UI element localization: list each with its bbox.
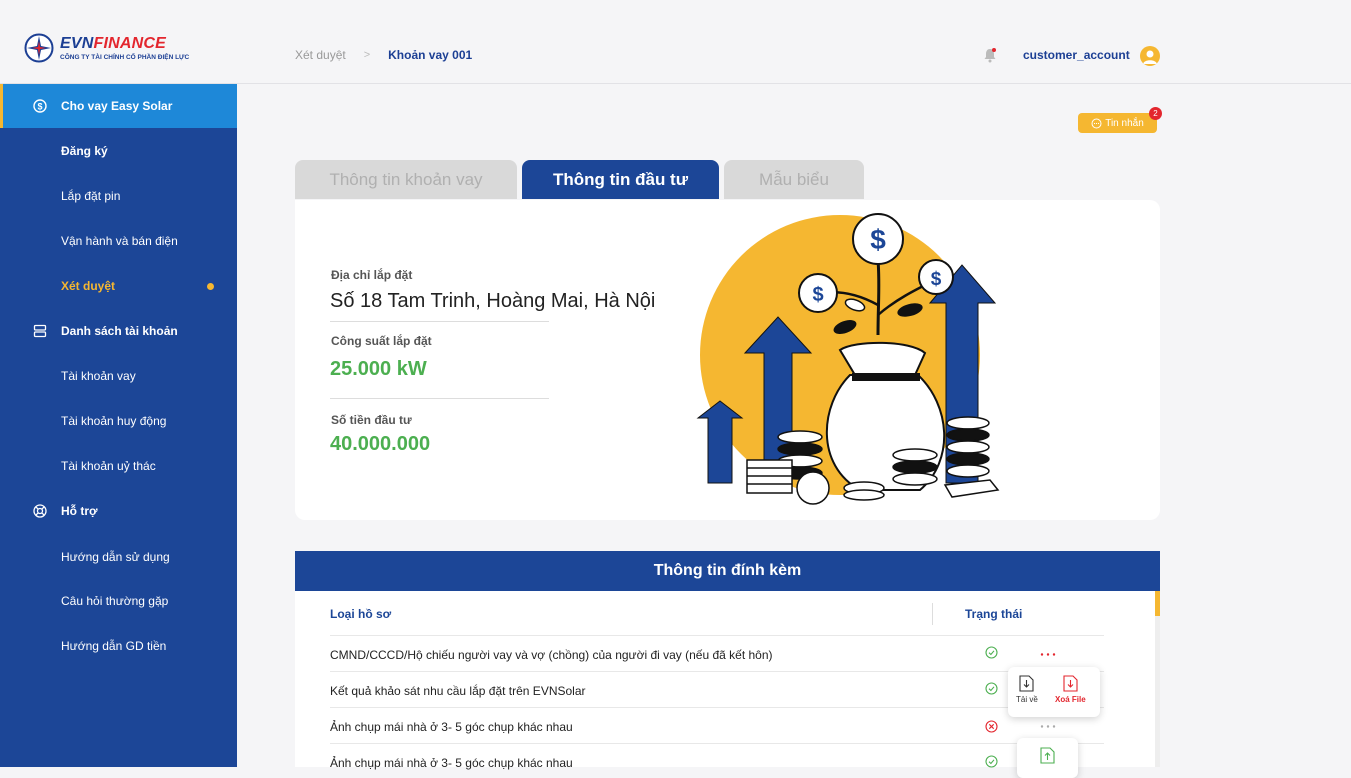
breadcrumb-current: Khoản vay 001 (388, 48, 473, 62)
sidebar-item-label: Hỗ trợ (61, 504, 98, 518)
breadcrumb: Xét duyệt > Khoản vay 001 (295, 48, 472, 62)
sidebar-item-label: Hướng dẫn sử dụng (61, 550, 170, 564)
divider (330, 321, 549, 322)
svg-text:$: $ (812, 284, 823, 306)
row-divider (330, 743, 1104, 744)
sidebar-item-cau-hoi[interactable]: Câu hỏi thường gặp (0, 579, 237, 623)
investment-growth-illustration: $ $ $ (696, 213, 1000, 505)
upload-popup (1017, 738, 1078, 778)
sidebar-item-label: Cho vay Easy Solar (61, 99, 173, 113)
tab-mau-bieu[interactable]: Mẫu biểu (724, 160, 864, 199)
table-row: Kết quả khảo sát nhu cầu lắp đặt trên EV… (330, 684, 586, 698)
sidebar-item-label: Tài khoản huy động (61, 414, 167, 428)
delete-file-icon (1063, 675, 1078, 692)
active-indicator-dot (207, 283, 214, 290)
username[interactable]: customer_account (1023, 48, 1130, 62)
file-actions-popup: Tải về Xoá File (1008, 667, 1100, 717)
tab-thong-tin-dau-tu[interactable]: Thông tin đầu tư (522, 160, 719, 199)
table-row: CMND/CCCD/Hộ chiếu người vay và vợ (chồn… (330, 648, 773, 662)
col-header-status: Trạng thái (965, 607, 1023, 621)
check-circle-icon (985, 646, 998, 659)
notification-bell-icon[interactable] (983, 47, 997, 63)
scrollbar-thumb[interactable] (1155, 591, 1160, 616)
capacity-label: Công suất lắp đặt (331, 334, 432, 348)
sidebar-item-xet-duyet[interactable]: Xét duyệt (0, 264, 237, 308)
sidebar-item-easy-solar[interactable]: $ Cho vay Easy Solar (0, 84, 237, 128)
attachments-header: Thông tin đính kèm (295, 551, 1160, 591)
logo-brand-finance: FINANCE (93, 34, 167, 52)
capacity-value: 25.000 kW (330, 358, 427, 380)
table-row: Ảnh chụp mái nhà ở 3- 5 góc chụp khác nh… (330, 756, 573, 770)
sidebar-item-ho-tro[interactable]: Hỗ trợ (0, 489, 237, 533)
logo-subtitle: CÔNG TY TÀI CHÍNH CỔ PHẦN ĐIỆN LỰC (60, 53, 190, 61)
column-divider (932, 603, 933, 625)
delete-file-button[interactable]: Xoá File (1055, 675, 1086, 704)
sidebar-item-label: Vận hành và bán điện (61, 234, 178, 248)
table-row: Ảnh chụp mái nhà ở 3- 5 góc chụp khác nh… (330, 720, 573, 734)
row-divider (330, 635, 1104, 636)
divider (330, 398, 549, 399)
top-bar: EVNFINANCE CÔNG TY TÀI CHÍNH CỔ PHẦN ĐIỆ… (0, 0, 1351, 84)
lifebuoy-icon (33, 504, 47, 518)
col-header-type: Loại hồ sơ (330, 607, 392, 621)
download-label: Tải về (1016, 695, 1038, 704)
more-options-icon[interactable] (1040, 652, 1056, 657)
sidebar-item-tai-khoan-huy-dong[interactable]: Tài khoản huy động (0, 399, 237, 443)
amount-value: 40.000.000 (330, 433, 431, 455)
messages-count-badge: 2 (1149, 107, 1162, 120)
row-divider (330, 707, 1104, 708)
sidebar-item-label: Đăng ký (61, 144, 108, 158)
upload-file-icon[interactable] (1040, 747, 1055, 764)
sidebar-item-dang-ky[interactable]: Đăng ký (0, 129, 237, 173)
sidebar-item-label: Tài khoản uỷ thác (61, 459, 156, 473)
sidebar-item-danh-sach-tai-khoan[interactable]: Danh sách tài khoản (0, 309, 237, 353)
chat-bubble-icon (1091, 118, 1102, 128)
dollar-circle-icon: $ (33, 99, 47, 113)
check-circle-icon (985, 755, 998, 768)
amount-label: Số tiền đầu tư (331, 413, 412, 427)
sidebar-item-label: Lắp đặt pin (61, 189, 121, 203)
svg-text:$: $ (870, 224, 886, 255)
sidebar-item-huong-dan-gd-tien[interactable]: Hướng dẫn GD tiền (0, 624, 237, 668)
attachments-scrollbar[interactable] (1155, 591, 1160, 767)
server-list-icon (33, 324, 47, 338)
messages-label: Tin nhắn (1105, 117, 1144, 129)
breadcrumb-parent[interactable]: Xét duyệt (295, 48, 346, 62)
svg-text:$: $ (37, 102, 42, 112)
download-file-icon (1019, 675, 1034, 692)
x-circle-icon (985, 720, 998, 733)
avatar[interactable] (1140, 46, 1160, 66)
sidebar-item-label: Câu hỏi thường gặp (61, 594, 169, 608)
messages-button[interactable]: Tin nhắn 2 (1078, 107, 1162, 133)
logo-brand-evn: EVN (60, 34, 94, 52)
sidebar-item-tai-khoan-uy-thac[interactable]: Tài khoản uỷ thác (0, 444, 237, 488)
evn-logo-icon (24, 33, 54, 63)
evn-finance-logo[interactable]: EVNFINANCE CÔNG TY TÀI CHÍNH CỔ PHẦN ĐIỆ… (24, 33, 189, 63)
sidebar-item-tai-khoan-vay[interactable]: Tài khoản vay (0, 354, 237, 398)
more-options-icon[interactable] (1040, 724, 1056, 729)
delete-file-label: Xoá File (1055, 695, 1086, 704)
download-button[interactable]: Tải về (1016, 675, 1038, 704)
svg-text:$: $ (931, 269, 942, 290)
breadcrumb-separator: > (363, 49, 371, 61)
row-divider (330, 671, 1104, 672)
sidebar: $ Cho vay Easy Solar Đăng ký Lắp đặt pin… (0, 84, 237, 767)
sidebar-item-van-hanh[interactable]: Vận hành và bán điện (0, 219, 237, 263)
user-avatar-icon (1143, 50, 1157, 64)
sidebar-item-lap-dat-pin[interactable]: Lắp đặt pin (0, 174, 237, 218)
sidebar-item-label: Danh sách tài khoản (61, 324, 178, 338)
sidebar-item-huong-dan-su-dung[interactable]: Hướng dẫn sử dụng (0, 535, 237, 579)
address-value: Số 18 Tam Trinh, Hoàng Mai, Hà Nội (330, 290, 656, 312)
sidebar-item-label: Tài khoản vay (61, 369, 136, 383)
sidebar-item-label: Xét duyệt (61, 279, 116, 293)
tab-thong-tin-khoan-vay[interactable]: Thông tin khoản vay (295, 160, 517, 199)
sidebar-item-label: Hướng dẫn GD tiền (61, 639, 167, 653)
address-label: Địa chỉ lắp đặt (331, 268, 413, 282)
check-circle-icon (985, 682, 998, 695)
